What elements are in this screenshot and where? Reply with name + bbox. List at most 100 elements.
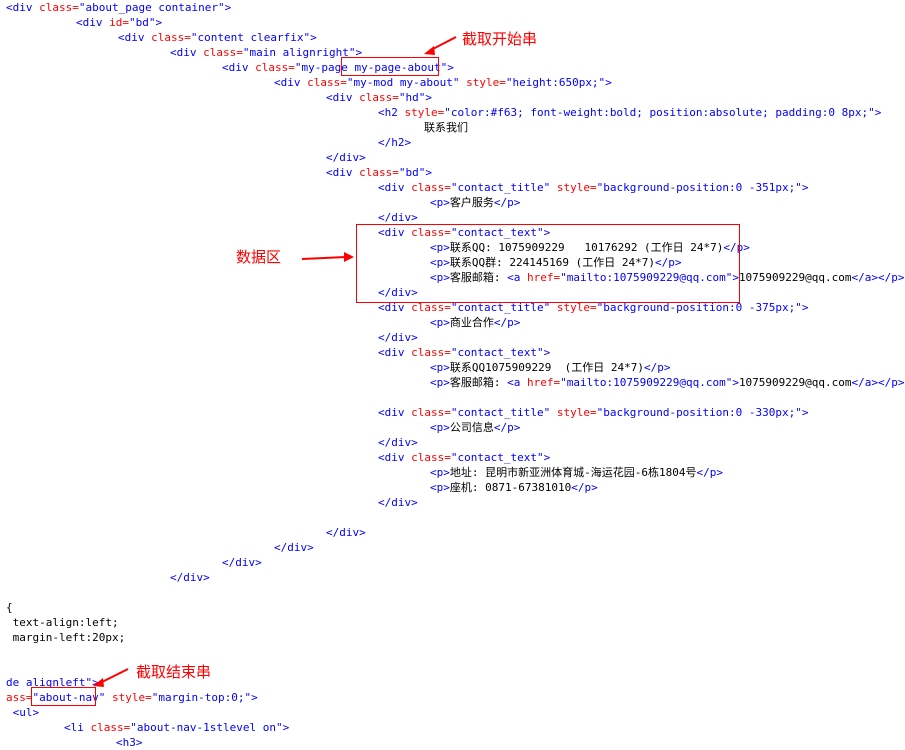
code-token-tag: >	[425, 166, 432, 179]
code-line: </div>	[378, 330, 418, 345]
code-token-val: "about-nav-1stlevel on"	[130, 721, 283, 734]
code-line: <div class="about_page container">	[6, 0, 231, 15]
start-string-label: 截取开始串	[462, 30, 538, 48]
code-token-txt: margin-left:20px;	[6, 631, 126, 644]
data-arrow-icon	[301, 252, 354, 262]
code-line: <h2 style="color:#f63; font-weight:bold;…	[378, 105, 881, 120]
code-token-tag: </div>	[378, 331, 418, 344]
code-token-tag: <p>	[430, 361, 450, 374]
code-token-val: "about-nav"	[32, 691, 112, 704]
code-token-val: "mailto:1075909229@qq.com"	[560, 271, 733, 284]
code-token-tag: </div>	[378, 286, 418, 299]
code-token-val: "background-position:0 -330px;"	[596, 406, 802, 419]
code-token-txt: 联系QQ1075909229 (工作日 24*7)	[449, 361, 644, 374]
code-token-tag: >	[310, 31, 317, 44]
code-token-tag: <li	[64, 721, 91, 734]
code-token-tag: </p>	[654, 256, 682, 269]
code-token-tag: </div>	[326, 151, 366, 164]
code-token-tag: <a	[507, 271, 527, 284]
code-token-val: "contact_text"	[450, 451, 544, 464]
end-arrow-icon	[93, 668, 129, 687]
code-token-val: de alignleft"	[6, 676, 93, 689]
code-token-tag: <div	[326, 166, 360, 179]
code-token-attr: class=	[411, 346, 451, 359]
code-token-tag: </div>	[274, 541, 314, 554]
code-token-attr: ass=	[6, 691, 33, 704]
code-line: {	[6, 600, 13, 615]
code-token-txt: 商业合作	[449, 316, 494, 329]
code-token-tag: <div	[378, 226, 412, 239]
code-line: <div class="main alignright">	[170, 45, 362, 60]
code-line: </div>	[378, 435, 418, 450]
code-token-attr: style=	[556, 301, 597, 314]
code-token-tag: <p>	[430, 466, 450, 479]
code-token-tag: >	[447, 61, 454, 74]
code-token-tag: <div	[378, 301, 412, 314]
code-token-txt: 座机: 0871-67381010	[449, 481, 572, 494]
code-token-tag: </div>	[378, 496, 418, 509]
code-line: 联系我们	[424, 120, 468, 135]
code-token-attr: class=	[307, 76, 347, 89]
code-line: </div>	[222, 555, 262, 570]
code-line: <div class="contact_text">	[378, 450, 550, 465]
code-line: <div class="contact_title" style="backgr…	[378, 300, 809, 315]
code-token-val: "contact_title"	[450, 181, 557, 194]
code-token-tag: </div>	[170, 571, 210, 584]
code-token-tag: <p>	[430, 196, 450, 209]
code-token-tag: </p>	[571, 481, 598, 494]
code-token-attr: style=	[556, 181, 597, 194]
code-line: <div id="bd">	[76, 15, 162, 30]
code-token-val: "main alignright"	[242, 46, 356, 59]
code-line: <div class="my-page my-page-about">	[222, 60, 454, 75]
code-token-tag: </p>	[493, 421, 521, 434]
code-token-tag: >	[355, 46, 363, 59]
code-token-tag: >	[543, 346, 551, 359]
code-token-tag: <p>	[430, 316, 450, 329]
code-token-txt: 联系QQ: 1075909229 10176292 (工作日 24*7)	[449, 241, 724, 254]
code-token-val: "bd"	[129, 16, 156, 29]
code-line: <p>商业合作</p>	[430, 315, 520, 330]
code-token-val: "height:650px;"	[505, 76, 606, 89]
code-token-attr: href=	[527, 376, 561, 389]
code-token-tag: </p>	[643, 361, 671, 374]
code-token-tag: <div	[274, 76, 308, 89]
code-token-attr: class=	[255, 61, 295, 74]
code-line: <div class="contact_title" style="backgr…	[378, 180, 809, 195]
code-token-attr: class=	[411, 301, 451, 314]
code-token-attr: href=	[527, 271, 561, 284]
code-token-tag: </p>	[696, 466, 723, 479]
code-token-tag: >	[801, 406, 809, 419]
code-token-tag: </a></p>	[851, 271, 905, 284]
code-line: de alignleft">	[6, 675, 99, 690]
code-line: </div>	[326, 525, 366, 540]
code-token-txt: 客服邮箱:	[449, 271, 508, 284]
code-line: <div class="contact_text">	[378, 345, 550, 360]
code-token-tag: </p>	[493, 316, 521, 329]
code-token-attr: style=	[111, 691, 152, 704]
code-line: <p>客服邮箱: <a href="mailto:1075909229@qq.c…	[430, 270, 905, 285]
code-token-tag: <ul>	[6, 706, 40, 719]
code-token-attr: class=	[411, 451, 451, 464]
code-line: </div>	[378, 495, 418, 510]
code-token-tag: <p>	[430, 271, 450, 284]
code-line: <ul>	[6, 705, 40, 720]
code-token-tag: <div	[76, 16, 110, 29]
code-token-tag: <div	[378, 346, 412, 359]
code-line: <p>客服邮箱: <a href="mailto:1075909229@qq.c…	[430, 375, 905, 390]
code-token-tag: >	[801, 181, 809, 194]
code-line: </div>	[378, 285, 418, 300]
code-line: ass="about-nav" style="margin-top:0;">	[6, 690, 258, 705]
code-line: <p>座机: 0871-67381010</p>	[430, 480, 598, 495]
code-token-txt: {	[6, 601, 13, 614]
code-token-tag: <div	[326, 91, 360, 104]
code-token-txt: 1075909229@qq.com	[738, 376, 852, 389]
code-token-tag: <p>	[430, 376, 450, 389]
code-token-val: "contact_text"	[450, 226, 544, 239]
code-line: text-align:left;	[6, 615, 119, 630]
code-line: <div class="hd">	[326, 90, 432, 105]
data-area-label: 数据区	[236, 248, 282, 266]
code-token-tag: <h2	[378, 106, 405, 119]
code-token-tag: </h2>	[378, 136, 412, 149]
code-token-val: "background-position:0 -375px;"	[596, 301, 802, 314]
code-view: <div class="about_page container"> <div i…	[0, 0, 905, 749]
